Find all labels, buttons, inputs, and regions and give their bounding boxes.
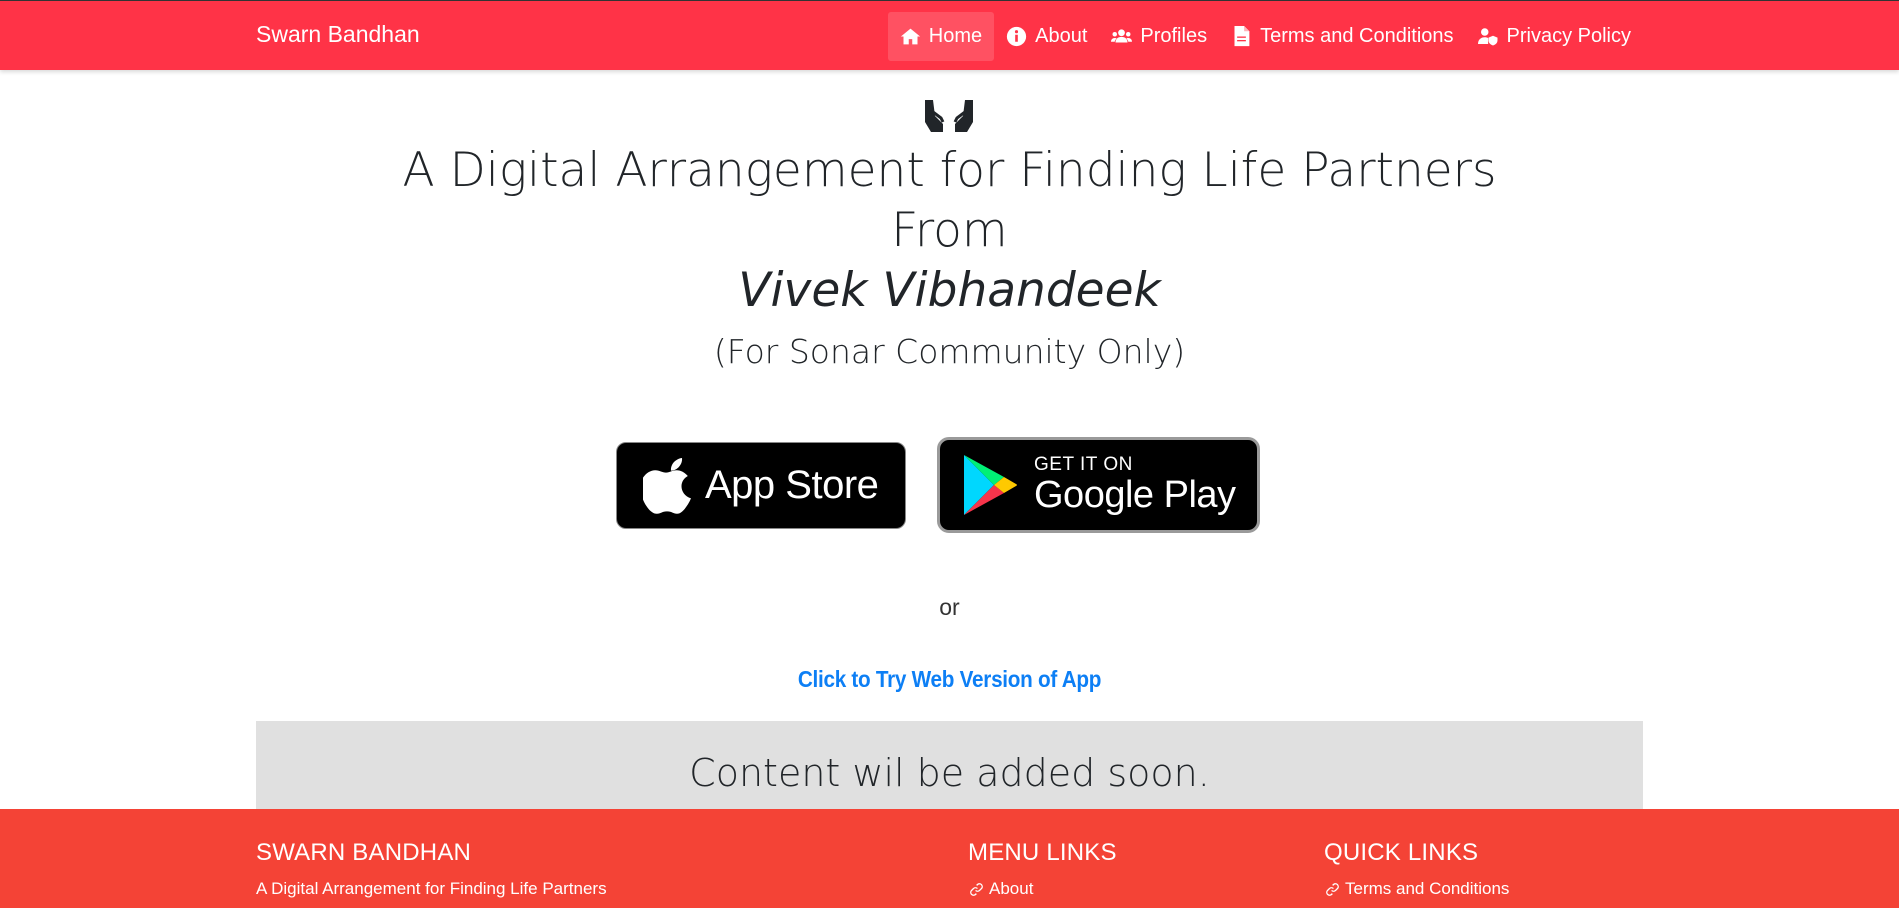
- footer-heading: QUICK LINKS: [1324, 839, 1479, 866]
- app-store-button[interactable]: App Store: [616, 442, 906, 529]
- link-icon: [970, 882, 983, 896]
- brand-link[interactable]: Swarn Bandhan: [256, 21, 420, 48]
- nav-item-label: Privacy Policy: [1506, 25, 1631, 47]
- play-small-label: GET IT ON: [1034, 453, 1133, 475]
- content-placeholder-box: Content wil be added soon.: [256, 721, 1643, 821]
- content-placeholder-text: Content wil be added soon.: [689, 751, 1210, 795]
- footer-col-quick: QUICK LINKS Terms and Conditions: [1324, 839, 1509, 899]
- home-icon: [900, 28, 920, 45]
- user-shield-icon: [1477, 28, 1498, 46]
- nav-item-label: Home: [928, 25, 983, 47]
- users-icon: [1111, 29, 1133, 43]
- hero-subtitle: (For Sonar Community Only): [713, 332, 1186, 371]
- link-icon: [1326, 882, 1339, 896]
- hero-title-line1: A Digital Arrangement for Finding Life P…: [402, 143, 1497, 198]
- footer-col-menu: MENU LINKS About: [968, 839, 1117, 899]
- navbar: Swarn Bandhan Home About Profiles Terms …: [0, 0, 1899, 70]
- nav-item-label: About: [1035, 25, 1088, 47]
- nav-menu: Home About Profiles Terms and Conditions…: [887, 12, 1643, 61]
- app-store-label: App Store: [705, 463, 879, 507]
- footer-link-label: Terms and Conditions: [1345, 879, 1510, 898]
- nav-item-terms[interactable]: Terms and Conditions: [1219, 12, 1465, 61]
- nav-item-home[interactable]: Home: [887, 12, 995, 61]
- footer-link-terms[interactable]: Terms and Conditions: [1324, 879, 1509, 899]
- info-icon: [1006, 26, 1027, 47]
- nav-item-label: Terms and Conditions: [1260, 25, 1454, 47]
- hero-title-line2: From: [891, 203, 1008, 258]
- hero-title-author: Vivek Vibhandeek: [738, 263, 1161, 318]
- play-big-label: Google Play: [1034, 473, 1236, 516]
- web-version-link[interactable]: Click to Try Web Version of App: [95, 666, 1804, 693]
- footer-col-brand: SWARN BANDHAN A Digital Arrangement for …: [256, 839, 607, 899]
- document-icon: [1234, 26, 1250, 47]
- or-separator: or: [939, 594, 960, 620]
- nav-item-about[interactable]: About: [994, 12, 1099, 61]
- footer-link-about[interactable]: About: [968, 879, 1117, 899]
- footer-tagline: A Digital Arrangement for Finding Life P…: [256, 879, 607, 898]
- nav-item-profiles[interactable]: Profiles: [1099, 12, 1219, 61]
- footer: SWARN BANDHAN A Digital Arrangement for …: [0, 809, 1899, 908]
- hands-icon: [925, 100, 973, 132]
- google-play-icon: [964, 455, 1017, 515]
- footer-heading: SWARN BANDHAN: [256, 839, 472, 866]
- nav-item-label: Profiles: [1140, 25, 1208, 47]
- footer-heading: MENU LINKS: [968, 839, 1117, 866]
- google-play-button[interactable]: GET IT ON Google Play: [937, 437, 1260, 533]
- nav-item-privacy[interactable]: Privacy Policy: [1466, 12, 1643, 61]
- footer-link-label: About: [989, 879, 1034, 898]
- apple-icon: [643, 457, 691, 514]
